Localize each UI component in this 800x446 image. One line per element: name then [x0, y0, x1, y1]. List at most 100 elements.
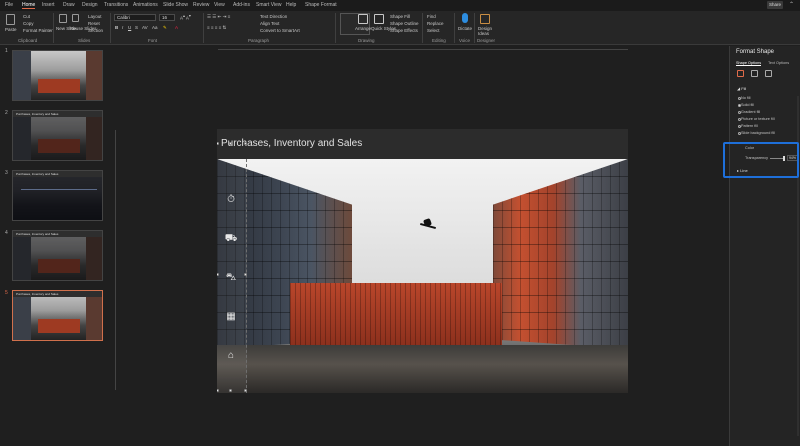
italic-icon[interactable]: I	[122, 25, 123, 30]
resize-handle[interactable]	[244, 142, 247, 145]
thumbnail-title: Purchases, Inventory and Sales	[16, 172, 59, 176]
layout-button[interactable]: Layout	[88, 14, 102, 19]
change-case-icon[interactable]: Aa	[152, 25, 158, 30]
bold-icon[interactable]: B	[115, 25, 118, 30]
fill-line-icon[interactable]	[737, 70, 744, 77]
shape-effects-button[interactable]: Shape Effects	[390, 28, 418, 33]
tab-add-ins[interactable]: Add-ins	[233, 2, 250, 8]
new-slide-icon[interactable]	[59, 14, 67, 23]
cut-button[interactable]: Cut	[23, 14, 30, 19]
tab-view[interactable]: View	[214, 2, 225, 8]
thumbnail-overlay	[13, 171, 102, 220]
replace-button[interactable]: Replace	[427, 21, 444, 26]
tab-slide-show[interactable]: Slide Show	[163, 2, 188, 8]
shape-outline-button[interactable]: Shape Outline	[390, 21, 419, 26]
tab-review[interactable]: Review	[193, 2, 209, 8]
paste-icon[interactable]	[6, 14, 15, 25]
resize-handle[interactable]	[229, 142, 232, 145]
microphone-icon[interactable]	[462, 13, 468, 23]
select-button[interactable]: Select	[427, 28, 440, 33]
thumbnail-container-stack	[86, 291, 102, 340]
align-text-button[interactable]: Align Text	[260, 21, 279, 26]
size-properties-icon[interactable]	[765, 70, 772, 77]
option-slide-background-fill[interactable]: Slide background fill	[741, 131, 775, 135]
find-button[interactable]: Find	[427, 14, 436, 19]
option-gradient-fill[interactable]: Gradient fill	[741, 110, 760, 114]
slide-thumbnail[interactable]	[12, 50, 103, 101]
slide-canvas[interactable]: Purchases, Inventory and Sales ⏱ ⛟ ⛍ ▦ ⌂	[217, 129, 628, 393]
slide-thumbnail[interactable]: Purchases, Inventory and Sales	[12, 110, 103, 161]
tab-transitions[interactable]: Transitions	[104, 2, 128, 8]
tab-shape-options[interactable]: Shape Options	[736, 61, 762, 66]
option-no-fill[interactable]: No fill	[741, 96, 751, 100]
text-direction-button[interactable]: Text Direction	[260, 14, 287, 19]
fill-section-header[interactable]: ◢ Fill	[737, 86, 746, 91]
design-ideas-button[interactable]: Design Ideas	[478, 26, 498, 36]
share-button[interactable]: Share	[767, 1, 783, 9]
slide-title[interactable]: Purchases, Inventory and Sales	[221, 138, 362, 149]
tab-text-options[interactable]: Text Options	[768, 61, 789, 65]
gravel-ground	[217, 345, 628, 393]
tab-help[interactable]: Help	[286, 2, 296, 8]
drawing-group-label: Drawing	[358, 38, 375, 43]
reset-button[interactable]: Reset	[88, 21, 100, 26]
strikethrough-icon[interactable]: S	[135, 25, 138, 30]
collapse-ribbon-icon[interactable]: ⌃	[789, 1, 794, 8]
grow-font-icon[interactable]: A▴ A▾	[180, 14, 191, 21]
tab-smart-view[interactable]: Smart View	[256, 2, 281, 8]
option-picture-fill[interactable]: Picture or texture fill	[741, 117, 775, 121]
dictate-button[interactable]: Dictate	[458, 26, 472, 31]
clipboard-group-label: Clipboard	[18, 38, 38, 43]
slide-thumbnail-selected[interactable]: Purchases, Inventory and Sales	[12, 290, 103, 341]
design-ideas-icon[interactable]	[480, 14, 490, 24]
convert-smartart-button[interactable]: Convert to SmartArt	[260, 28, 300, 33]
reuse-slides-icon[interactable]	[72, 14, 79, 22]
arrange-icon[interactable]	[358, 14, 368, 24]
section-button[interactable]: Section	[88, 28, 103, 33]
thumbnail-title: Purchases, Inventory and Sales	[16, 112, 59, 116]
font-name-field[interactable]: Calibri	[114, 14, 156, 21]
thumbnail-overlay	[13, 111, 102, 160]
paste-label[interactable]: Paste	[5, 27, 17, 32]
effects-icon[interactable]	[751, 70, 758, 77]
truck-icon: ⛍	[225, 272, 237, 283]
tab-design[interactable]: Design	[82, 2, 98, 8]
icon-strip-shape[interactable]: ⏱ ⛟ ⛍ ▦ ⌂	[217, 159, 247, 393]
resize-handle[interactable]	[244, 273, 247, 276]
copy-button[interactable]: Copy	[23, 21, 34, 26]
highlight-color-icon[interactable]: ✎	[163, 25, 167, 31]
format-painter-button[interactable]: Format Painter	[23, 28, 53, 33]
red-shipping-container	[290, 283, 502, 349]
shape-fill-button[interactable]: Shape Fill	[390, 14, 410, 19]
tab-insert[interactable]: Insert	[42, 2, 55, 8]
resize-handle[interactable]	[244, 389, 247, 392]
option-solid-fill[interactable]: Solid fill	[741, 103, 754, 107]
tab-draw[interactable]: Draw	[63, 2, 75, 8]
resize-handle[interactable]	[229, 389, 232, 392]
quick-styles-icon[interactable]	[374, 14, 384, 24]
char-spacing-icon[interactable]: AV	[142, 25, 148, 30]
title-bar-shape[interactable]: Purchases, Inventory and Sales	[217, 129, 628, 159]
menu-bar: File Home Insert Draw Design Transitions…	[0, 0, 800, 11]
pane-title: Format Shape	[736, 49, 775, 55]
thumbnail-title: Purchases, Inventory and Sales	[16, 292, 59, 296]
slide-thumbnail[interactable]: Purchases, Inventory and Sales	[12, 230, 103, 281]
arrange-button[interactable]: Arrange	[355, 26, 371, 31]
thumbnail-container	[38, 79, 80, 93]
vertical-ruler	[113, 130, 116, 390]
container-yard-photo[interactable]	[217, 159, 628, 393]
tab-animations[interactable]: Animations	[133, 2, 158, 8]
tab-home[interactable]: Home	[22, 2, 36, 9]
format-shape-pane: Format Shape Shape Options Text Options …	[729, 46, 800, 446]
align-icons[interactable]: ≡ ≡ ≡ ≡ ⇅	[207, 25, 226, 31]
underline-icon[interactable]: U	[128, 25, 131, 30]
slide-number: 1	[5, 48, 8, 54]
font-color-icon[interactable]: A	[175, 25, 178, 30]
tab-file[interactable]: File	[5, 2, 13, 8]
ribbon-separator	[110, 13, 111, 43]
tab-shape-format[interactable]: Shape Format	[305, 2, 337, 8]
slide-thumbnail[interactable]: Purchases, Inventory and Sales	[12, 170, 103, 221]
bullets-icon[interactable]: ☰ ☰ ⇤ ⇥ ≡	[207, 14, 230, 20]
option-pattern-fill[interactable]: Pattern fill	[741, 124, 758, 128]
font-size-field[interactable]: 16	[159, 14, 175, 21]
